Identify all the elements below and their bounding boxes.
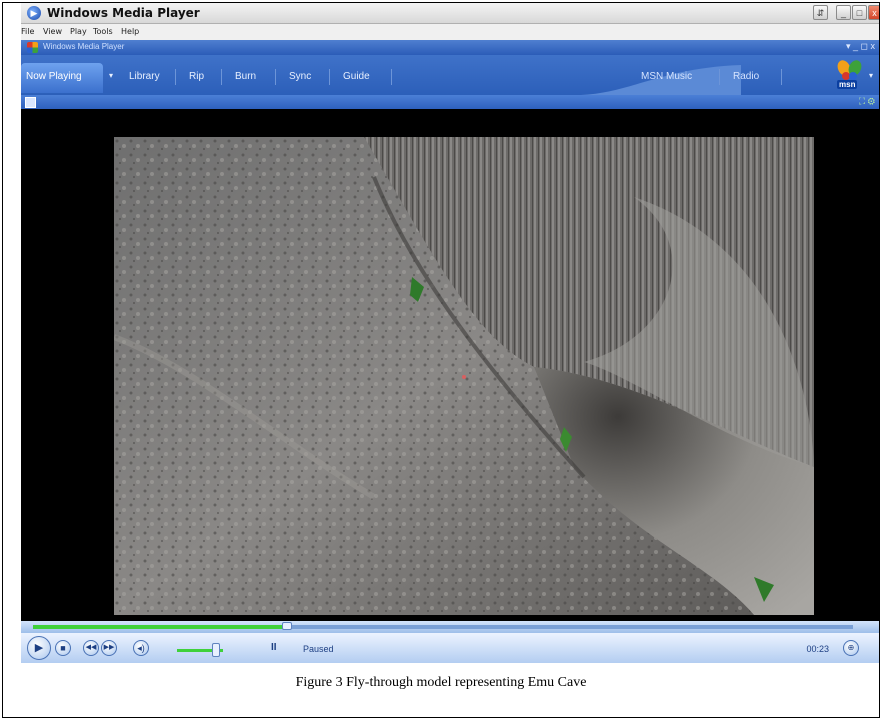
now-playing-options-icon[interactable]	[25, 97, 36, 108]
elapsed-time: 00:23	[806, 644, 829, 654]
video-area[interactable]	[21, 109, 879, 621]
player-title-strip: Windows Media Player ▾ _ ◻ x	[21, 40, 879, 55]
tab-library[interactable]: Library	[129, 71, 160, 82]
windows-logo-icon	[27, 42, 38, 53]
playback-status: Paused	[303, 644, 334, 654]
player-title: Windows Media Player	[43, 42, 125, 51]
transport-controls: ▶ ■ ◀◀ ▶▶ ◂) II Paused 00:23 ⊕	[21, 633, 879, 663]
switch-to-skin-icon[interactable]: ⊕	[843, 640, 859, 656]
tab-divider	[719, 69, 720, 85]
player-window-controls[interactable]: ▾ _ ◻ x	[846, 41, 875, 52]
menu-file[interactable]: File	[21, 27, 34, 36]
title-bar[interactable]: ▶ Windows Media Player ⇵ _ □ x	[21, 3, 879, 24]
menu-view[interactable]: View	[43, 27, 62, 36]
msn-butterfly-icon[interactable]: msn	[835, 59, 865, 91]
figure-frame: ▶ Windows Media Player ⇵ _ □ x File View…	[2, 2, 880, 718]
tab-guide[interactable]: Guide	[343, 71, 370, 82]
tab-divider	[391, 69, 392, 85]
tab-divider	[275, 69, 276, 85]
menu-help[interactable]: Help	[121, 27, 139, 36]
next-button[interactable]: ▶▶	[101, 640, 117, 656]
tab-msn-music[interactable]: MSN Music	[641, 71, 692, 82]
tab-divider	[175, 69, 176, 85]
tab-rip[interactable]: Rip	[189, 71, 204, 82]
media-player-app-icon: ▶	[27, 6, 41, 20]
pause-indicator: II	[271, 642, 277, 653]
menu-bar: File View Play Tools Help	[21, 24, 879, 40]
cave-fly-through-video[interactable]	[114, 137, 814, 615]
minimize-button[interactable]: _	[836, 5, 851, 20]
seek-bar[interactable]	[21, 621, 879, 633]
menu-play[interactable]: Play	[70, 27, 87, 36]
close-button[interactable]: x	[868, 5, 879, 20]
visualization-options-icon[interactable]: ⛶ ⚙	[859, 96, 875, 107]
msn-logo-text: msn	[837, 80, 858, 89]
play-button[interactable]: ▶	[27, 636, 51, 660]
tab-divider	[329, 69, 330, 85]
tab-now-playing[interactable]: Now Playing	[21, 63, 103, 93]
figure-caption: Figure 3 Fly-through model representing …	[295, 675, 587, 690]
seek-progress-fill	[33, 625, 288, 629]
tab-now-playing-label: Now Playing	[26, 71, 82, 82]
volume-thumb[interactable]	[212, 643, 221, 657]
feature-taskbar: Now Playing ▾ Library Rip Burn Sync Guid…	[21, 55, 879, 95]
tab-divider	[221, 69, 222, 85]
tab-divider	[781, 69, 782, 85]
seek-track[interactable]	[33, 622, 853, 630]
stop-button[interactable]: ■	[55, 640, 71, 656]
window-title: Windows Media Player	[47, 6, 200, 20]
seek-thumb[interactable]	[282, 622, 293, 630]
maximize-button[interactable]: □	[852, 5, 867, 20]
media-player-window: ▶ Windows Media Player ⇵ _ □ x File View…	[21, 3, 879, 663]
msn-dropdown-icon[interactable]: ▾	[869, 71, 873, 80]
mute-speaker-icon[interactable]: ◂)	[133, 640, 149, 656]
tab-sync[interactable]: Sync	[289, 71, 311, 82]
now-playing-dropdown-icon[interactable]: ▾	[109, 71, 113, 80]
restore-small-icon[interactable]: ⇵	[813, 5, 828, 20]
now-playing-options-bar: ⛶ ⚙	[21, 95, 879, 109]
menu-tools[interactable]: Tools	[93, 27, 113, 36]
tab-radio[interactable]: Radio	[733, 71, 759, 82]
cave-video-frame-image	[114, 137, 814, 615]
tab-burn[interactable]: Burn	[235, 71, 256, 82]
previous-button[interactable]: ◀◀	[83, 640, 99, 656]
